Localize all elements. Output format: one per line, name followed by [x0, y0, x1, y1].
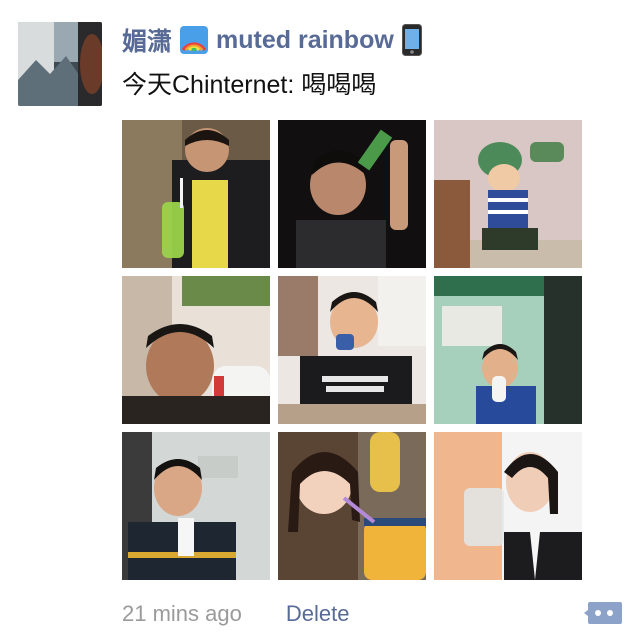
timestamp: 21 mins ago — [122, 601, 242, 626]
author-row: 媚潇 muted rainbow — [122, 22, 622, 58]
author-name-cn[interactable]: 媚潇 — [122, 22, 172, 58]
photo-thumb-5[interactable] — [278, 276, 426, 424]
photo-girl-with-straw-juice — [278, 432, 426, 580]
photo-man-drinking-bottle-dark — [278, 120, 426, 268]
photo-thumb-2[interactable] — [278, 120, 426, 268]
photo-thumb-8[interactable] — [278, 432, 426, 580]
photo-thumb-6[interactable] — [434, 276, 582, 424]
photo-thumb-3[interactable] — [434, 120, 582, 268]
photo-thumb-9[interactable] — [434, 432, 582, 580]
photo-man-journal-standard-shirt — [278, 276, 426, 424]
photo-man-drinking-green-juice — [122, 120, 270, 268]
post-footer: 21 mins ago Delete — [122, 598, 622, 630]
phone-icon — [401, 24, 422, 56]
avatar[interactable] — [18, 22, 102, 106]
post-text: 今天Chinternet: 喝喝喝 — [122, 71, 377, 99]
author-name-en[interactable]: muted rainbow — [216, 26, 394, 55]
rainbow-icon — [180, 26, 209, 54]
photo-boy-drinking-carton — [122, 432, 270, 580]
photo-grid — [122, 120, 582, 580]
comment-bubble-icon[interactable] — [584, 600, 624, 628]
post-header: 媚潇 muted rainbow 今天Chinternet: 喝喝喝 — [122, 22, 622, 102]
delete-link[interactable]: Delete — [286, 601, 350, 627]
photo-thumb-7[interactable] — [122, 432, 270, 580]
avatar-image — [18, 22, 102, 106]
photo-woman-drinking-water — [434, 432, 582, 580]
photo-thumb-4[interactable] — [122, 276, 270, 424]
photo-boy-drinking-milk — [434, 276, 582, 424]
photo-thumb-1[interactable] — [122, 120, 270, 268]
photo-man-drinking-milk-bottle — [122, 276, 270, 424]
photo-child-drinking — [434, 120, 582, 268]
